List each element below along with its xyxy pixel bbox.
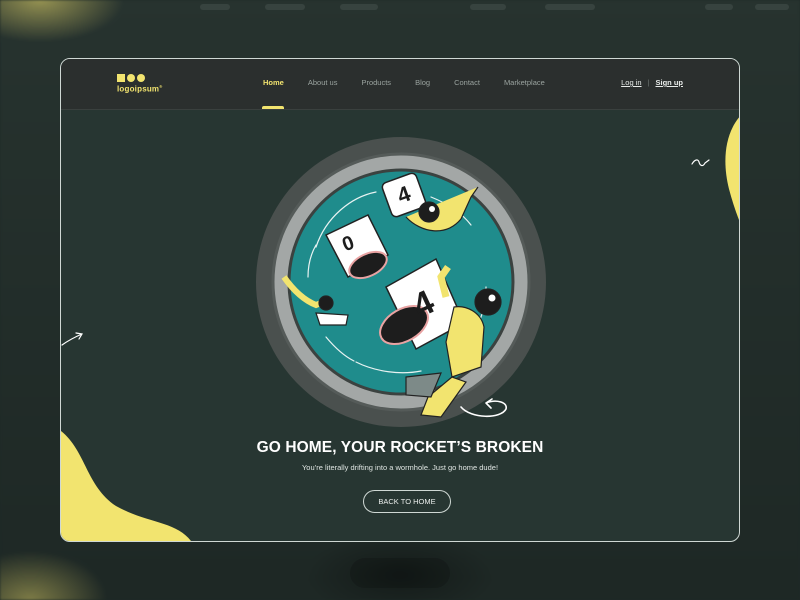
nav-item-blog[interactable]: Blog xyxy=(403,59,442,109)
top-navigation-bar: logoipsum® Home About us Products Blog C… xyxy=(61,59,739,110)
wormhole-404-illustration: 4 0 4 xyxy=(256,137,546,427)
nav-item-about-us[interactable]: About us xyxy=(296,59,350,109)
auth-links: Log in | Sign up xyxy=(621,59,683,109)
arrow-doodle-icon xyxy=(61,332,83,346)
login-link[interactable]: Log in xyxy=(621,78,641,87)
logo-mark-icon xyxy=(117,73,162,82)
nav-item-products[interactable]: Products xyxy=(349,59,403,109)
browser-window: logoipsum® Home About us Products Blog C… xyxy=(60,58,740,542)
nav-item-contact[interactable]: Contact xyxy=(442,59,492,109)
logo[interactable]: logoipsum® xyxy=(117,73,162,94)
auth-separator: | xyxy=(647,78,650,87)
logo-trademark: ® xyxy=(159,84,163,89)
main-nav: Home About us Products Blog Contact Mark… xyxy=(251,59,557,109)
squiggle-doodle xyxy=(691,159,710,167)
signup-link[interactable]: Sign up xyxy=(656,78,684,87)
nav-item-marketplace[interactable]: Marketplace xyxy=(492,59,557,109)
logo-wordmark: logoipsum xyxy=(117,84,160,94)
yellow-blob-top-right xyxy=(725,117,739,220)
nav-item-home[interactable]: Home xyxy=(251,59,296,109)
page-title: GO HOME, YOUR ROCKET’S BROKEN xyxy=(256,439,544,456)
blurred-background-button xyxy=(350,558,450,588)
back-to-home-button[interactable]: BACK TO HOME xyxy=(363,490,451,513)
blurred-background-nav xyxy=(0,0,800,48)
page-subtitle: You’re literally drifting into a wormhol… xyxy=(301,463,499,472)
